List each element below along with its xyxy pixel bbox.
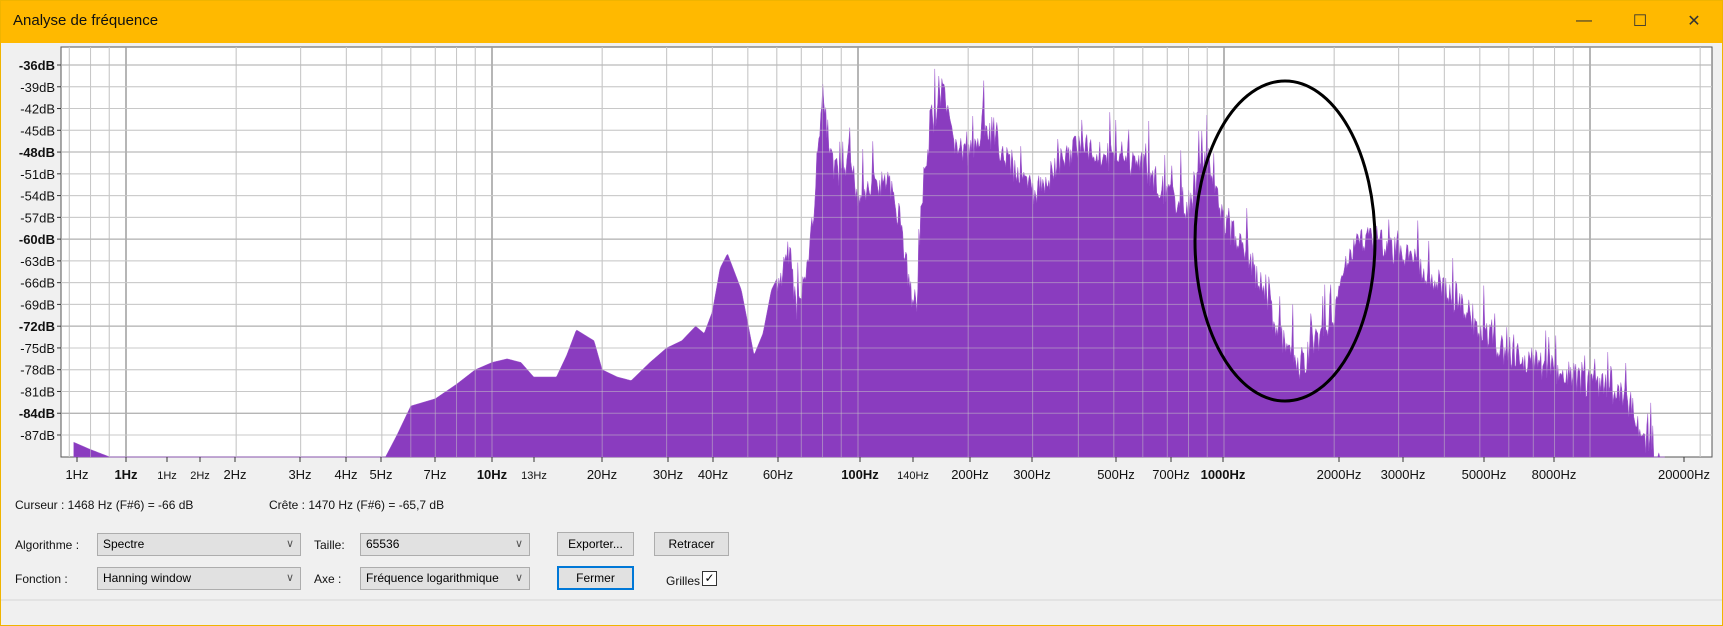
size-select[interactable]: 65536 ∨ bbox=[360, 533, 530, 556]
x-tick-label: 2Hz bbox=[223, 467, 246, 482]
x-tick-label: 20000Hz bbox=[1658, 467, 1710, 482]
spectrum-plot[interactable]: -36dB -39dB -42dB -45dB -48dB -51dB -54dB -57dB… bbox=[1, 45, 1722, 485]
y-tick-label: -63dB bbox=[20, 254, 55, 269]
x-tick-label: 3Hz bbox=[288, 467, 311, 482]
y-tick-label: -69dB bbox=[20, 297, 55, 312]
x-tick-label: 13Hz bbox=[521, 470, 547, 482]
y-tick-label: -66dB bbox=[20, 276, 55, 291]
x-tick-label: 300Hz bbox=[1013, 467, 1051, 482]
y-tick-label: -87dB bbox=[20, 428, 55, 443]
divider bbox=[1, 599, 1722, 601]
x-tick-label: 1000Hz bbox=[1201, 467, 1246, 482]
x-tick-label: 140Hz bbox=[897, 470, 929, 482]
y-tick-label: -42dB bbox=[20, 102, 55, 117]
y-tick-label: -75dB bbox=[20, 341, 55, 356]
redraw-button[interactable]: Retracer bbox=[654, 532, 729, 556]
export-button[interactable]: Exporter... bbox=[557, 532, 634, 556]
x-tick-label: 1Hz bbox=[65, 467, 88, 482]
window-title: Analyse de fréquence bbox=[13, 12, 159, 29]
chevron-down-icon: ∨ bbox=[514, 538, 523, 550]
y-tick-label: -81dB bbox=[20, 384, 55, 399]
y-tick-label: -72dB bbox=[19, 319, 55, 334]
x-tick-label: 7Hz bbox=[423, 467, 446, 482]
function-value: Hanning window bbox=[103, 571, 192, 585]
chevron-down-icon: ∨ bbox=[285, 572, 294, 584]
function-select[interactable]: Hanning window ∨ bbox=[97, 567, 301, 590]
axis-value: Fréquence logarithmique bbox=[366, 571, 499, 585]
chevron-down-icon: ∨ bbox=[285, 538, 294, 550]
close-button[interactable]: Fermer bbox=[557, 566, 634, 590]
x-tick-label: 2000Hz bbox=[1317, 467, 1362, 482]
maximize-button[interactable]: ☐ bbox=[1612, 1, 1668, 41]
algorithm-label: Algorithme : bbox=[15, 538, 80, 552]
axis-label: Axe : bbox=[314, 572, 342, 586]
x-tick-label: 500Hz bbox=[1097, 467, 1135, 482]
minimize-button[interactable]: — bbox=[1556, 1, 1612, 41]
x-tick-label: 1Hz bbox=[157, 470, 177, 482]
y-tick-label: -84dB bbox=[19, 406, 55, 421]
x-tick-label: 60Hz bbox=[763, 467, 793, 482]
y-tick-label: -78dB bbox=[20, 363, 55, 378]
cursor-readout: Curseur : 1468 Hz (F#6) = -66 dB bbox=[15, 498, 194, 512]
grids-label: Grilles bbox=[666, 574, 701, 588]
chevron-down-icon: ∨ bbox=[514, 572, 523, 584]
y-tick-label: -51dB bbox=[20, 167, 55, 182]
algorithm-value: Spectre bbox=[103, 537, 145, 551]
x-tick-label: 20Hz bbox=[587, 467, 617, 482]
function-label: Fonction : bbox=[15, 572, 68, 586]
y-tick-label: -45dB bbox=[20, 123, 55, 138]
axis-select[interactable]: Fréquence logarithmique ∨ bbox=[360, 567, 530, 590]
x-tick-label: 10Hz bbox=[477, 467, 508, 482]
y-tick-label: -60dB bbox=[19, 232, 55, 247]
close-window-button[interactable]: ✕ bbox=[1666, 1, 1722, 41]
frequency-analysis-window: Analyse de fréquence — ☐ ✕ -36dB -39dB -42… bbox=[0, 0, 1723, 626]
y-tick-label: -39dB bbox=[20, 80, 55, 95]
x-tick-label: 700Hz bbox=[1152, 467, 1190, 482]
x-tick-label: 2Hz bbox=[190, 470, 210, 482]
size-value: 65536 bbox=[366, 537, 400, 551]
y-tick-label: -57dB bbox=[20, 210, 55, 225]
grids-checkbox[interactable]: ✓ bbox=[702, 571, 717, 586]
x-tick-label: 30Hz bbox=[653, 467, 683, 482]
x-tick-label: 8000Hz bbox=[1532, 467, 1577, 482]
x-tick-label: 3000Hz bbox=[1381, 467, 1426, 482]
peak-readout: Crête : 1470 Hz (F#6) = -65,7 dB bbox=[269, 498, 445, 512]
y-tick-label: -48dB bbox=[19, 145, 55, 160]
x-tick-label: 40Hz bbox=[698, 467, 728, 482]
algorithm-select[interactable]: Spectre ∨ bbox=[97, 533, 301, 556]
x-tick-label: 5000Hz bbox=[1462, 467, 1507, 482]
x-tick-label: 5Hz bbox=[369, 467, 392, 482]
size-label: Taille: bbox=[314, 538, 345, 552]
x-tick-label: 1Hz bbox=[114, 467, 138, 482]
x-tick-label: 200Hz bbox=[951, 467, 989, 482]
y-tick-label: -36dB bbox=[19, 58, 55, 73]
x-tick-label: 4Hz bbox=[334, 467, 357, 482]
title-bar: Analyse de fréquence — ☐ ✕ bbox=[1, 1, 1722, 43]
x-tick-label: 100Hz bbox=[841, 467, 879, 482]
y-tick-label: -54dB bbox=[20, 189, 55, 204]
